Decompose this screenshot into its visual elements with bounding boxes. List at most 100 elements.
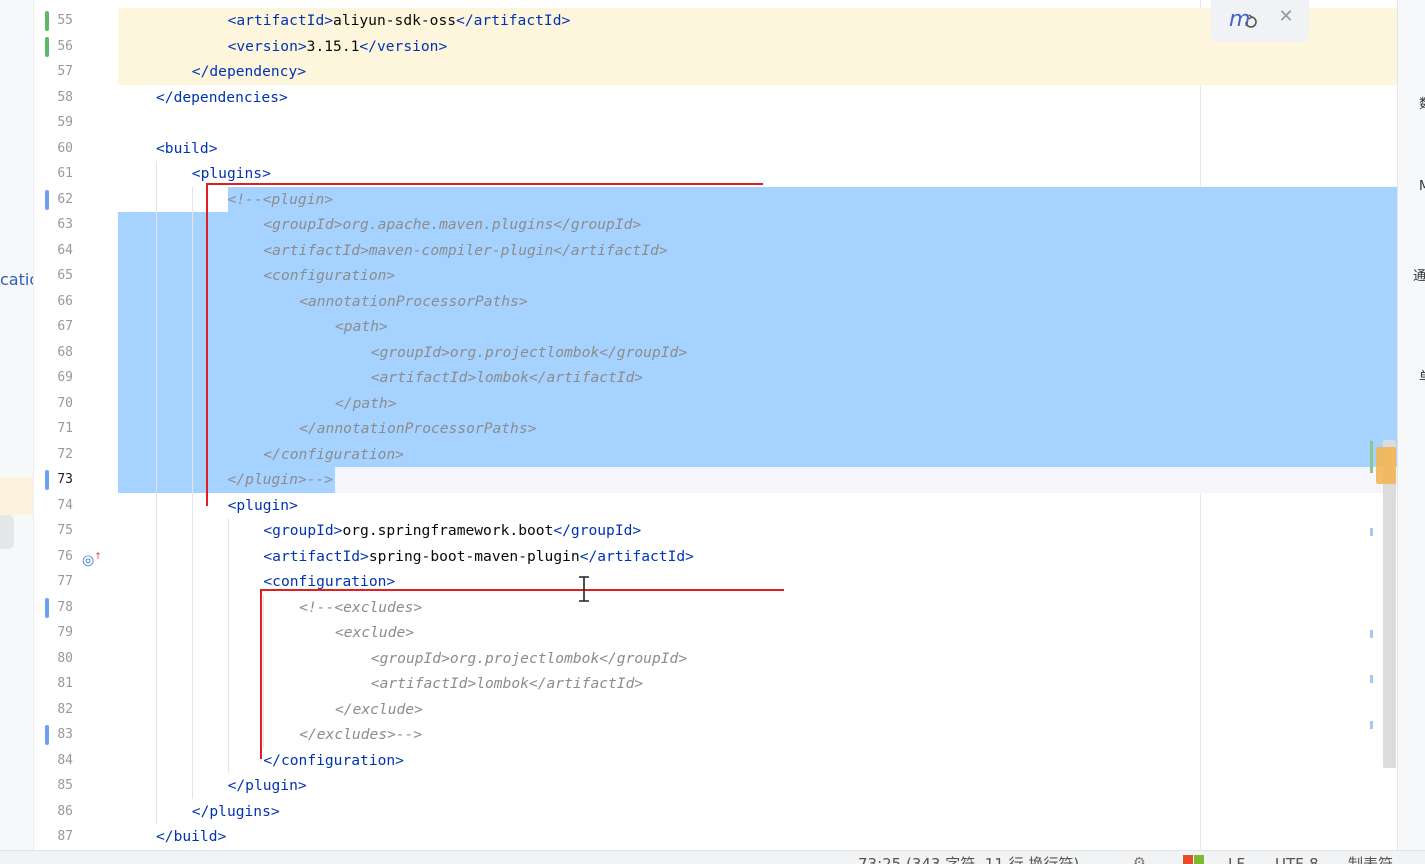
gutter-line[interactable]: 74 [34,493,119,519]
line-number: 77 [57,574,73,589]
xml-text: org.springframework.boot [342,522,554,539]
vcs-added-marker[interactable] [45,36,49,57]
annotation-box-excludes [260,589,784,759]
line-number: 85 [57,778,73,793]
code-line[interactable]: <build> [118,136,1398,162]
vcs-modified-marker[interactable] [45,470,49,490]
right-panel-label[interactable]: M [1419,179,1425,194]
gutter-line[interactable]: 58 [34,85,119,111]
xml-tag: <artifactId> [227,12,334,29]
code-line[interactable]: </dependency> [118,59,1398,85]
line-number: 66 [57,293,73,309]
code-text: </plugin> [228,773,307,799]
code-line[interactable]: </dependencies> [118,85,1398,111]
gutter-line[interactable]: 83 [34,722,119,748]
line-number: 55 [57,13,73,28]
gutter-line[interactable]: 65 [34,263,119,289]
gutter-line[interactable]: 72 [34,442,119,468]
close-icon[interactable]: ✕ [1275,4,1297,30]
indent-status[interactable]: 制表符 [1348,851,1393,864]
gutter-line[interactable]: 81 [34,671,119,697]
gutter-line[interactable]: 66 [34,289,119,315]
line-number: 76 [57,548,73,564]
gutter-line[interactable]: 63 [34,212,119,238]
code-line[interactable]: <artifactId>spring-boot-maven-plugin</ar… [118,544,1398,570]
xml-tag: <configuration> [263,573,396,590]
line-number: 64 [57,242,73,258]
line-number: 70 [57,395,73,411]
vcs-added-marker[interactable] [45,11,49,31]
code-line[interactable]: <artifactId>aliyun-sdk-oss</artifactId> [118,8,1398,34]
maven-reload-icon[interactable]: m [1227,4,1257,34]
editor-scrollbar[interactable] [1383,440,1396,768]
code-line[interactable]: <groupId>org.springframework.boot</group… [118,518,1398,544]
gutter-line[interactable]: 87 [34,824,119,850]
gutter-line[interactable]: 68 [34,340,119,366]
gutter-line[interactable]: 71 [34,416,119,442]
line-number: 61 [57,166,73,181]
gutter-line[interactable]: 84 [34,748,119,774]
xml-tag: </groupId> [553,522,642,539]
line-number: 58 [57,89,73,105]
gutter-line[interactable]: 80 [34,646,119,672]
line-number: 63 [57,217,73,232]
line-number: 67 [57,319,73,334]
code-text: </build> [156,824,226,850]
code-line[interactable]: </build> [118,824,1398,850]
xml-tag: </version> [359,37,448,55]
right-tool-panel: 数 M 通 单 [1397,0,1425,863]
gutter-line[interactable]: 67 [34,314,119,340]
gutter-line[interactable]: 60 [34,136,119,162]
code-text: <groupId>org.springframework.boot</group… [263,518,641,544]
project-panel-scroll-chip[interactable] [0,515,14,549]
gutter-line[interactable]: 70 [34,391,119,417]
encoding-status[interactable]: UTF-8 [1275,851,1319,864]
gutter-line[interactable]: 57 [34,59,119,85]
project-tree-fragment: catio [0,270,33,289]
annotation-box-compiler-plugin [206,183,763,506]
vcs-modified-marker[interactable] [45,189,49,210]
gutter-line[interactable]: 55 [34,8,119,34]
gutter-line[interactable]: 79 [34,620,119,646]
line-ending-status[interactable]: LF [1228,851,1245,864]
gutter-line[interactable]: 56 [34,34,119,60]
gutter-line[interactable]: 82 [34,697,119,723]
right-panel-label[interactable]: 单 [1419,366,1425,385]
spring-boot-plugin-icon[interactable]: ◎↑ [82,548,102,569]
code-line[interactable]: <version>3.15.1</version> [118,33,1398,60]
code-line[interactable]: </plugins> [118,799,1398,825]
gutter-line[interactable]: 59 [34,110,119,136]
line-number: 60 [57,140,73,156]
vcs-modified-marker[interactable] [45,597,49,618]
xml-tag: </artifactId> [456,12,571,29]
gutter-line[interactable]: 69 [34,365,119,391]
xml-text: 3.15.1 [306,37,360,55]
indent-guide [191,186,193,799]
line-number: 80 [57,650,73,666]
gutter-line[interactable]: 86 [34,799,119,825]
gutter-line[interactable]: 85 [34,773,119,799]
line-number: 73 [57,472,73,487]
gutter-line[interactable]: 75 [34,518,119,544]
right-panel-label[interactable]: 数 [1419,93,1425,112]
gutter-line[interactable]: 77 [34,569,119,595]
gutter-line[interactable]: 61 [34,161,119,187]
xml-tag: </build> [156,828,227,845]
code-line[interactable] [118,110,1398,136]
line-number: 84 [57,752,73,768]
gutter-line[interactable]: 62 [34,187,119,213]
xml-text: spring-boot-maven-plugin [368,547,580,565]
code-text: <version>3.15.1</version> [228,34,448,60]
scrollbar-thumb[interactable] [1376,447,1396,484]
gutter-line[interactable]: 73 [34,467,147,493]
code-text: <artifactId>aliyun-sdk-oss</artifactId> [228,8,571,34]
line-number: 78 [57,599,73,615]
gutter-line[interactable]: 64 [34,238,119,264]
vcs-modified-marker[interactable] [45,725,49,745]
gutter-line[interactable]: 76 ◎↑ [34,544,119,570]
right-panel-label[interactable]: 通 [1413,265,1425,284]
code-line[interactable]: </plugin> [118,773,1398,799]
line-number: 69 [57,370,73,385]
gutter-line[interactable]: 78 [34,595,119,621]
caret-position-status[interactable]: 73:25 (343 字符, 11 行 换行符) [858,851,1079,864]
